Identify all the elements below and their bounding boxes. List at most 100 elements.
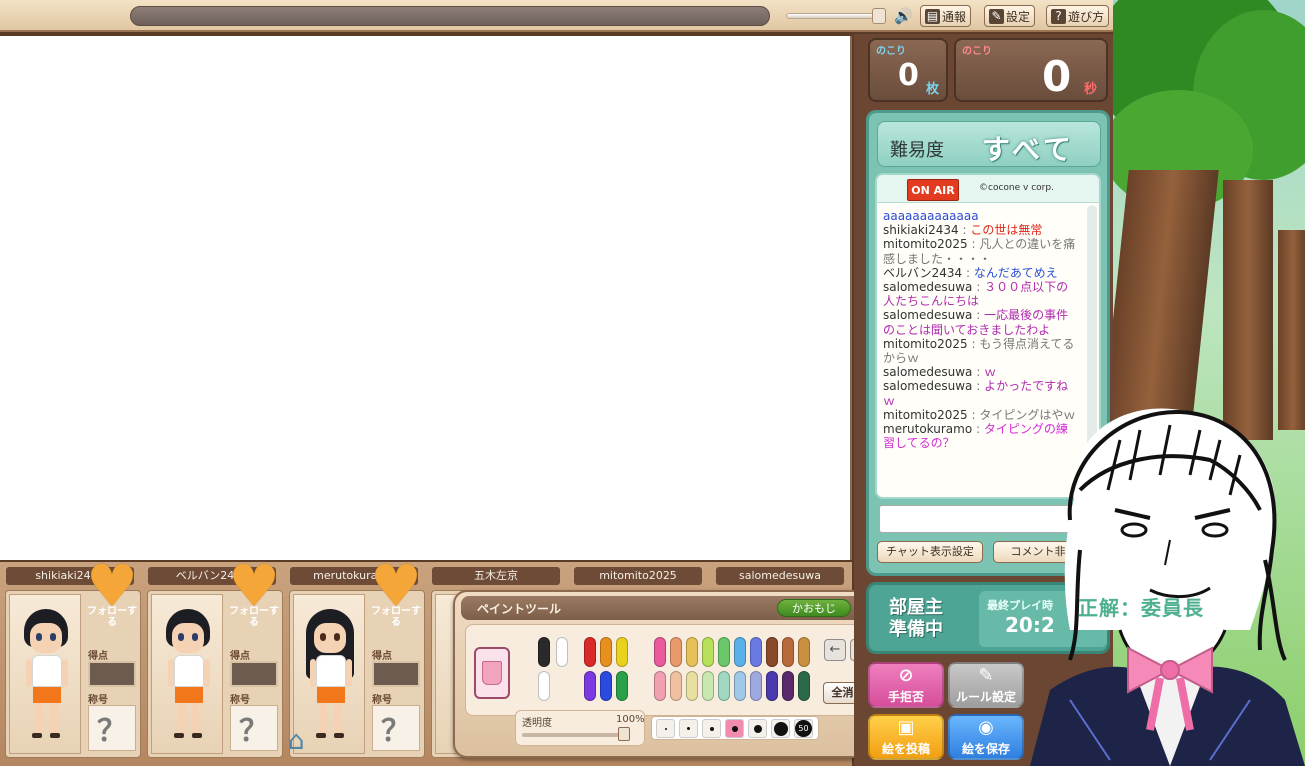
- follow-button[interactable]: フォローする: [370, 581, 422, 639]
- player-name: salomedesuwa: [716, 567, 844, 585]
- color-swatch[interactable]: [798, 671, 810, 701]
- color-swatch[interactable]: [584, 671, 596, 701]
- howto-button[interactable]: ? 遊び方: [1046, 5, 1110, 27]
- chat-username: aaaaaaaaaaaaa: [883, 209, 979, 223]
- brush-size-6[interactable]: [771, 719, 790, 738]
- chat-message: ベルバン2434 : なんだあてめえ: [883, 265, 1058, 280]
- report-icon: ▤: [925, 8, 940, 24]
- drawing-canvas[interactable]: [0, 36, 852, 560]
- brush-size-2[interactable]: [679, 719, 698, 738]
- chat-message: shikiaki2434 : この世は無常: [883, 223, 1043, 238]
- remaining-seconds-value: 0: [1042, 52, 1072, 101]
- settings-button[interactable]: ✎ 設定: [984, 5, 1036, 27]
- brush-size-picker: 50: [651, 716, 819, 740]
- chat-display-settings-button[interactable]: チャット表示設定: [877, 541, 983, 563]
- score-label: 得点: [88, 651, 108, 662]
- opacity-slider-knob[interactable]: [618, 727, 630, 741]
- opacity-value: 100%: [616, 714, 645, 725]
- picture-icon: ▣: [897, 717, 915, 738]
- title-badge: ？: [230, 705, 278, 751]
- color-swatch[interactable]: [750, 637, 762, 667]
- brush-size-5[interactable]: [748, 719, 767, 738]
- color-swatch[interactable]: [538, 671, 550, 701]
- color-swatch[interactable]: [702, 637, 714, 667]
- title-bar: [130, 6, 770, 26]
- color-swatch[interactable]: [600, 671, 612, 701]
- color-swatch[interactable]: [670, 671, 682, 701]
- color-swatch[interactable]: [538, 637, 550, 667]
- color-swatch[interactable]: [798, 637, 810, 667]
- chat-username: salomedesuwa: [883, 280, 973, 295]
- correct-answer-caption: 正解：委員長: [1078, 596, 1204, 620]
- chat-username: salomedesuwa: [883, 365, 973, 380]
- volume-slider-knob[interactable]: [872, 8, 886, 24]
- score-display: [230, 661, 278, 687]
- speaker-icon[interactable]: 🔊: [894, 7, 913, 25]
- brush-size-7[interactable]: 50: [794, 719, 813, 738]
- report-button[interactable]: ▤ 通報: [920, 5, 972, 27]
- player-card: フォローする 得点 称号 ？: [147, 581, 283, 758]
- color-swatch[interactable]: [734, 671, 746, 701]
- bucket-icon[interactable]: [474, 647, 510, 699]
- follow-button[interactable]: フォローする: [228, 581, 280, 639]
- color-swatch[interactable]: [782, 671, 794, 701]
- title-label: 称号: [372, 695, 392, 706]
- follow-button[interactable]: フォローする: [86, 581, 138, 639]
- chat-message: salomedesuwa : ｗ: [883, 365, 997, 380]
- player-name: 五木左京: [432, 567, 560, 585]
- remaining-label: のこり: [876, 46, 906, 57]
- opacity-control: 透明度 100%: [515, 710, 645, 746]
- player-card: フォローする 得点 称号 ？: [5, 581, 141, 758]
- difficulty-label: 難易度: [890, 140, 944, 161]
- chat-message: mitomito2025 : 凡人との違いを痛感しました・・・・: [883, 237, 1076, 266]
- brush-size-1[interactable]: [656, 719, 675, 738]
- on-air-badge: ON AIR: [907, 179, 959, 201]
- color-swatch[interactable]: [616, 637, 628, 667]
- color-swatch[interactable]: [584, 637, 596, 667]
- chat-username: mitomito2025: [883, 407, 968, 422]
- remaining-seconds: のこり 0 秒: [954, 38, 1108, 102]
- chat-username: mitomito2025: [883, 237, 968, 252]
- kaomoji-button[interactable]: かおもじ: [777, 599, 851, 617]
- difficulty-value: すべて: [982, 133, 1075, 166]
- color-swatch[interactable]: [670, 637, 682, 667]
- sheets-unit: 枚: [926, 82, 940, 97]
- remaining-label: のこり: [962, 46, 992, 57]
- brush-size-3[interactable]: [702, 719, 721, 738]
- color-swatch[interactable]: [654, 671, 666, 701]
- home-icon[interactable]: ⌂: [288, 726, 305, 756]
- remaining-sheets: のこり 0 枚: [868, 38, 948, 102]
- avatar[interactable]: [151, 594, 223, 754]
- remaining-sheets-value: 0: [898, 58, 919, 93]
- title-badge: ？: [372, 705, 420, 751]
- volume-slider[interactable]: [786, 13, 882, 19]
- color-swatch[interactable]: [654, 637, 666, 667]
- paint-tool-title: ペイントツール: [477, 602, 562, 616]
- color-swatch[interactable]: [556, 637, 568, 667]
- color-swatch[interactable]: [734, 637, 746, 667]
- color-swatch[interactable]: [616, 671, 628, 701]
- color-swatch[interactable]: [718, 671, 730, 701]
- color-swatch[interactable]: [702, 671, 714, 701]
- player-name: mitomito2025: [574, 567, 702, 585]
- difficulty-display: 難易度 すべて: [877, 121, 1101, 167]
- reject-button[interactable]: ⊘ 手拒否: [868, 662, 944, 708]
- post-picture-button[interactable]: ▣ 絵を投稿: [868, 714, 944, 760]
- chat-header: ON AIR ©cocone v corp.: [877, 175, 1099, 203]
- avatar[interactable]: [9, 594, 81, 754]
- color-swatch[interactable]: [782, 637, 794, 667]
- help-icon: ?: [1051, 8, 1066, 24]
- undo-icon[interactable]: ←: [824, 639, 846, 661]
- color-swatch[interactable]: [766, 671, 778, 701]
- color-swatch[interactable]: [750, 671, 762, 701]
- brush-size-4[interactable]: [725, 719, 744, 738]
- color-swatch[interactable]: [686, 637, 698, 667]
- opacity-slider[interactable]: [522, 733, 626, 737]
- character-sketch: [1030, 408, 1305, 766]
- color-swatch[interactable]: [766, 637, 778, 667]
- color-swatch[interactable]: [686, 671, 698, 701]
- chat-username: mitomito2025: [883, 336, 968, 351]
- color-swatch[interactable]: [600, 637, 612, 667]
- title-badge: ？: [88, 705, 136, 751]
- color-swatch[interactable]: [718, 637, 730, 667]
